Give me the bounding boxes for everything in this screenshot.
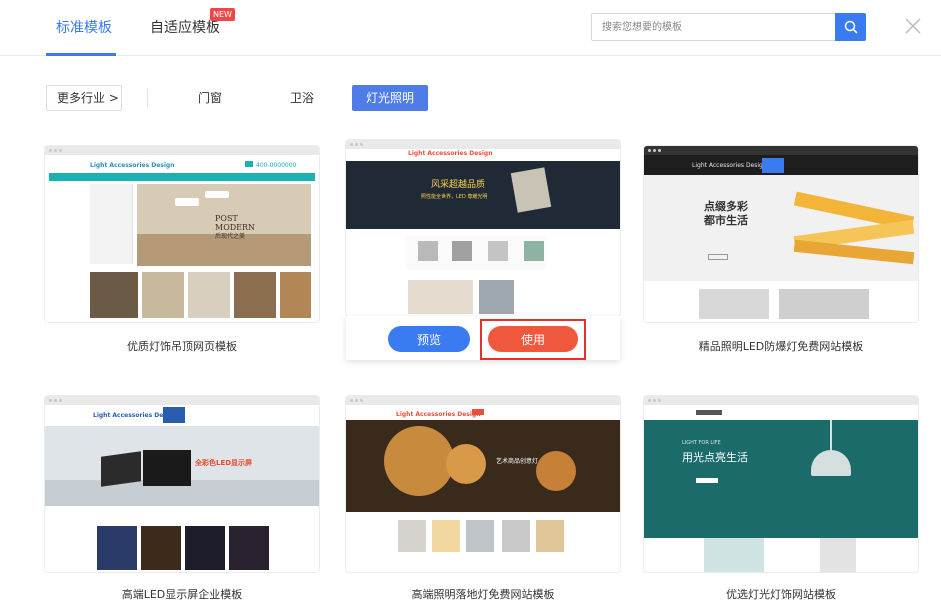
use-button[interactable]: 使用 <box>488 326 578 352</box>
template-title[interactable]: 精品照明LED防爆灯免费网站模板 <box>644 338 918 354</box>
filter-divider <box>147 89 148 107</box>
more-industries-button[interactable]: 更多行业 > <box>46 85 122 111</box>
preview-button[interactable]: 预览 <box>388 326 470 352</box>
template-title[interactable]: 高端LED显示屏企业模板 <box>45 586 319 602</box>
thumb-headline: POST MODERN <box>215 214 256 232</box>
thumb-brand: Light Accessories Design <box>408 150 493 157</box>
template-thumbnail: Light Accessories Design 艺术商品创意灯 <box>346 396 620 572</box>
template-thumbnail: Light Accessories Design 风采超越品质 照性能全世界，L… <box>346 140 620 316</box>
thumb-brand: Light Accessories Design <box>90 162 175 169</box>
template-title[interactable]: 优选灯光灯饰网站模板 <box>644 586 918 602</box>
search-button[interactable] <box>835 13 866 41</box>
template-title[interactable]: 优质灯饰吊顶网页模板 <box>45 338 319 354</box>
thumb-brand: Light Accessories Design <box>396 411 481 418</box>
close-icon <box>905 18 921 34</box>
search-input[interactable] <box>592 14 836 40</box>
thumb-subline: 照性能全世界，LED 尊耀光明 <box>421 194 488 200</box>
close-button[interactable] <box>903 16 923 36</box>
thumb-subline: 都市生活 <box>704 214 748 227</box>
template-title[interactable]: 高端照明落地灯免费网站模板 <box>346 586 620 602</box>
thumb-headline: 点缀多彩 <box>704 200 748 213</box>
tab-standard-templates[interactable]: 标准模板 <box>56 17 112 37</box>
thumb-subline: 后现代之美 <box>215 233 246 240</box>
thumb-headline: 艺术商品创意灯 <box>496 458 539 465</box>
thumb-headline: 全彩色LED显示屏 <box>195 459 253 467</box>
active-tab-indicator <box>46 53 116 56</box>
new-badge: NEW <box>210 8 235 21</box>
thumb-subline: LIGHT FOR LIFE <box>682 440 721 446</box>
template-thumbnail: Light Accessories Design 400-0000000 POS… <box>45 146 319 322</box>
filter-lighting[interactable]: 灯光照明 <box>352 85 428 111</box>
thumb-brand: Light Accessories Design <box>692 162 767 169</box>
filter-doors-windows[interactable]: 门窗 <box>185 85 235 111</box>
thumb-phone: 400-0000000 <box>256 162 297 169</box>
template-thumbnail: Light Accessories Design 点缀多彩 都市生活 <box>644 146 918 322</box>
search-box <box>591 13 837 41</box>
search-icon <box>844 20 857 34</box>
template-actions: 预览 使用 <box>346 316 620 360</box>
filter-bathroom[interactable]: 卫浴 <box>277 85 327 111</box>
thumb-headline: 风采超越品质 <box>431 180 486 190</box>
template-thumbnail: Light Accessories Design 全彩色LED显示屏 <box>45 396 319 572</box>
thumb-headline: 用光点亮生活 <box>682 451 748 464</box>
template-thumbnail: LIGHT FOR LIFE 用光点亮生活 <box>644 396 918 572</box>
